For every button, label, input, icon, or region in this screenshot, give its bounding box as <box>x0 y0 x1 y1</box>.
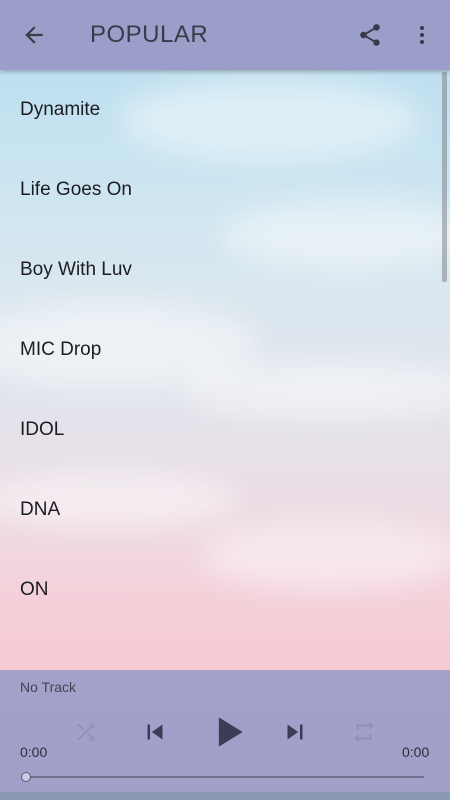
now-playing-label: No Track <box>20 679 77 695</box>
total-time: 0:00 <box>402 744 430 760</box>
track-title: DNA <box>20 499 61 520</box>
seek-bar-thumb[interactable] <box>21 772 31 782</box>
bottom-strip <box>0 792 450 800</box>
track-item[interactable]: IDOL <box>0 390 450 470</box>
more-options-button[interactable] <box>404 15 440 55</box>
repeat-icon <box>354 721 374 743</box>
play-button[interactable] <box>204 708 252 756</box>
track-title: Life Goes On <box>20 179 132 200</box>
seek-bar[interactable] <box>28 776 424 778</box>
repeat-button[interactable] <box>346 714 382 750</box>
play-icon <box>218 717 243 747</box>
elapsed-time: 0:00 <box>20 744 48 760</box>
track-title: Dynamite <box>20 99 101 120</box>
shuffle-icon <box>77 723 95 741</box>
track-item[interactable]: MIC Drop <box>0 310 450 390</box>
track-item[interactable]: Life Goes On <box>0 150 450 230</box>
track-item[interactable]: DNA <box>0 470 450 550</box>
skip-previous-icon <box>147 724 163 740</box>
list-scrollbar[interactable] <box>442 72 447 282</box>
page-title: POPULAR <box>90 21 209 48</box>
track-item[interactable]: Dynamite <box>0 70 450 150</box>
track-list: Dynamite Life Goes On Boy With Luv MIC D… <box>0 70 450 630</box>
next-button[interactable] <box>276 712 314 752</box>
track-title: Boy With Luv <box>20 259 132 280</box>
arrow-back-icon <box>25 26 43 44</box>
top-app-bar: POPULAR <box>0 0 450 70</box>
skip-next-icon <box>287 724 303 740</box>
share-icon <box>360 24 380 46</box>
player-panel: No Track 0:00 0:00 <box>0 670 450 792</box>
track-title: ON <box>20 579 49 600</box>
shuffle-button[interactable] <box>68 714 104 750</box>
track-item[interactable]: Boy With Luv <box>0 230 450 310</box>
previous-button[interactable] <box>136 712 174 752</box>
share-button[interactable] <box>350 15 390 55</box>
more-vert-icon <box>420 26 424 44</box>
track-item[interactable]: ON <box>0 550 450 630</box>
track-title: MIC Drop <box>20 339 102 360</box>
track-title: IDOL <box>20 419 65 440</box>
back-button[interactable] <box>14 15 54 55</box>
app-screen: POPULAR Dynamite Life Goes On Boy With L… <box>0 0 450 800</box>
